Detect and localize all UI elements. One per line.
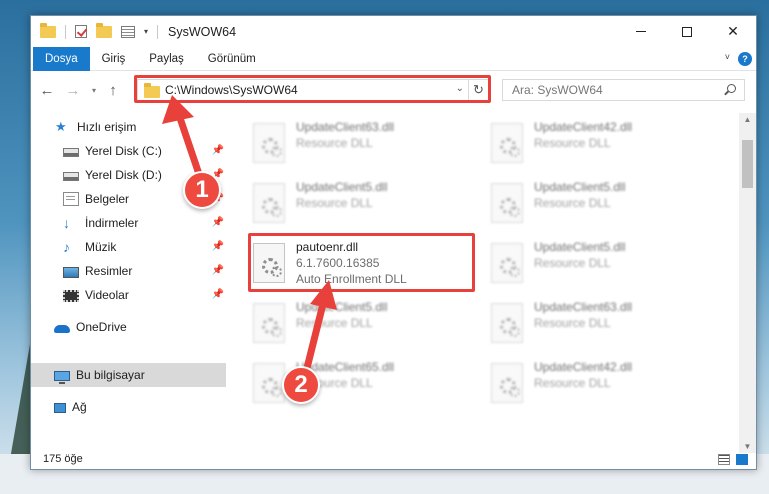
annotation-badge-2: 2 [282,366,320,404]
annotation-arrow-1 [162,95,206,187]
annotation-badge-1: 1 [183,171,221,209]
annotation-arrows [162,95,337,380]
annotation-arrow-2 [301,280,337,380]
